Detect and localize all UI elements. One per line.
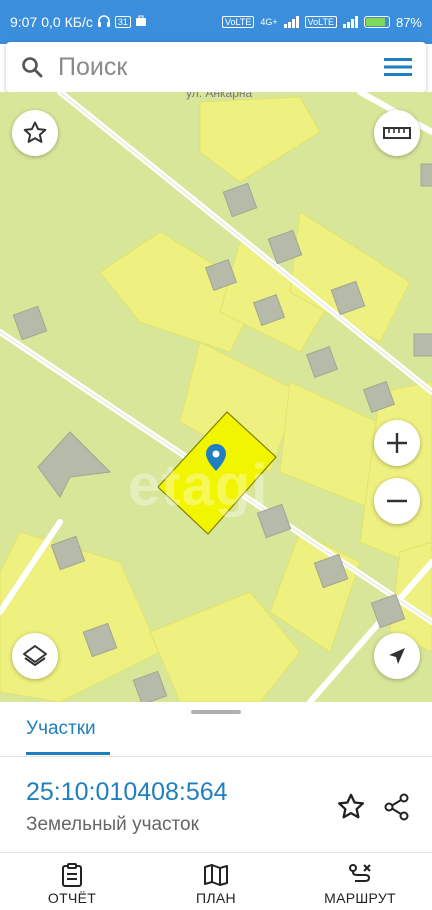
volte-badge-2: VoLTE <box>304 16 337 28</box>
share-button[interactable] <box>382 792 412 827</box>
network-type: 4G+ <box>260 17 278 27</box>
divider <box>0 756 432 757</box>
zoom-out-button[interactable] <box>374 478 420 524</box>
map-canvas <box>0 92 432 702</box>
tab-parcels[interactable]: Участки <box>26 718 96 740</box>
calendar-icon: 31 <box>114 16 131 28</box>
route-icon <box>349 863 371 882</box>
sheet-drag-handle[interactable] <box>191 710 241 714</box>
search-icon[interactable] <box>6 56 58 78</box>
star-icon <box>337 793 365 819</box>
map-watermark: etagi <box>128 453 269 518</box>
map-icon <box>204 863 228 886</box>
star-icon <box>23 121 47 143</box>
property-type: Земельный участок <box>26 814 199 835</box>
headphones-icon <box>97 14 111 31</box>
bottom-nav: ОТЧЁТ ПЛАН МАРШРУТ <box>0 858 432 910</box>
battery-icon <box>363 16 390 28</box>
divider-2 <box>0 852 432 853</box>
my-location-button[interactable] <box>374 633 420 679</box>
signal-icon <box>283 16 299 28</box>
briefcase-icon <box>135 14 147 30</box>
ruler-icon <box>383 127 411 139</box>
status-speed: 0,0 КБ/с <box>41 14 93 30</box>
layers-icon <box>23 645 47 666</box>
zoom-in-icon <box>387 433 407 453</box>
menu-icon[interactable] <box>370 57 426 77</box>
tab-indicator <box>26 752 110 755</box>
status-bar: 9:07 0,0 КБ/с 31 VoLTE 4G+ VoLTE 87% <box>0 0 432 44</box>
search-bar[interactable]: Поиск <box>6 42 426 92</box>
cadastral-number[interactable]: 25:10:010408:564 <box>26 778 228 807</box>
add-favorite-button[interactable] <box>336 792 366 827</box>
nav-report-label: ОТЧЁТ <box>47 889 97 906</box>
zoom-in-button[interactable] <box>374 420 420 466</box>
search-input[interactable]: Поиск <box>58 53 370 82</box>
nav-route-label: МАРШРУТ <box>324 889 396 906</box>
battery-percent: 87% <box>395 14 422 30</box>
nav-route[interactable]: МАРШРУТ <box>288 858 432 910</box>
share-icon <box>384 793 409 821</box>
layers-button[interactable] <box>12 633 58 679</box>
status-time: 9:07 <box>10 14 38 30</box>
nav-plan-label: ПЛАН <box>196 889 236 906</box>
favorite-button[interactable] <box>12 110 58 156</box>
nav-report[interactable]: ОТЧЁТ <box>0 858 144 910</box>
nav-plan[interactable]: ПЛАН <box>144 858 288 910</box>
zoom-out-icon <box>387 499 407 503</box>
report-icon <box>62 862 82 887</box>
volte-badge: VoLTE <box>221 16 255 28</box>
map-view[interactable]: ул. Анкарна etagi <box>0 92 432 702</box>
signal-icon-2 <box>342 16 358 28</box>
my-location-icon <box>389 648 405 664</box>
ruler-button[interactable] <box>374 110 420 156</box>
street-label: ул. Анкарна <box>186 92 253 100</box>
